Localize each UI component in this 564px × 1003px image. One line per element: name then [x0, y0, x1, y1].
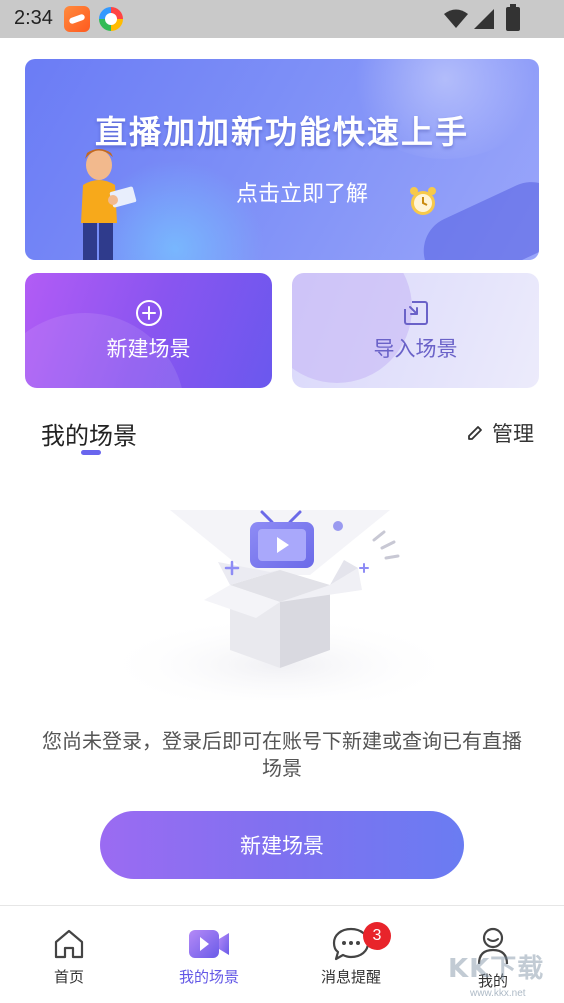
app-notification-icon — [64, 6, 90, 32]
plus-circle-icon — [135, 299, 162, 326]
promo-banner[interactable]: 直播加加新功能快速上手 点击立即了解 — [25, 59, 539, 260]
empty-state-message: 您尚未登录，登录后即可在账号下新建或查询已有直播场景 — [42, 729, 522, 780]
nav-label-my-scenes: 我的场景 — [178, 968, 239, 986]
new-scene-card[interactable]: 新建场景 — [25, 273, 272, 388]
import-scene-card[interactable]: 导入场景 — [292, 273, 539, 388]
new-scene-label: 新建场景 — [106, 336, 191, 361]
nav-item-home[interactable]: 首页 — [19, 926, 119, 987]
manage-label: 管理 — [492, 422, 534, 446]
status-bar: 2:34 — [0, 0, 564, 38]
watermark-logo: KK下载 — [448, 954, 545, 984]
video-camera-icon — [189, 930, 229, 958]
new-scene-button[interactable]: 新建场景 — [100, 811, 464, 879]
nav-label-messages: 消息提醒 — [320, 968, 381, 986]
status-time: 2:34 — [14, 7, 53, 29]
cellular-signal-icon — [474, 9, 494, 29]
wifi-icon — [444, 9, 468, 28]
pencil-icon — [468, 426, 482, 440]
browser-notification-icon — [99, 7, 123, 31]
home-icon — [54, 929, 84, 959]
nav-item-my-scenes[interactable]: 我的场景 — [159, 926, 259, 987]
nav-item-messages[interactable]: 3 消息提醒 — [301, 922, 401, 987]
empty-box-illustration — [100, 510, 460, 700]
section-underline — [81, 450, 101, 455]
battery-icon — [506, 4, 520, 31]
nav-label-home: 首页 — [53, 968, 84, 986]
section-title: 我的场景 — [41, 422, 137, 450]
banner-subtitle: 点击立即了解 — [235, 182, 368, 207]
banner-title: 直播加加新功能快速上手 — [94, 113, 469, 151]
notification-badge: 3 — [363, 922, 391, 950]
manage-button[interactable]: 管理 — [466, 418, 534, 448]
import-scene-label: 导入场景 — [373, 336, 458, 361]
import-icon — [403, 300, 428, 325]
watermark-url: www.kkx.net — [470, 988, 526, 999]
